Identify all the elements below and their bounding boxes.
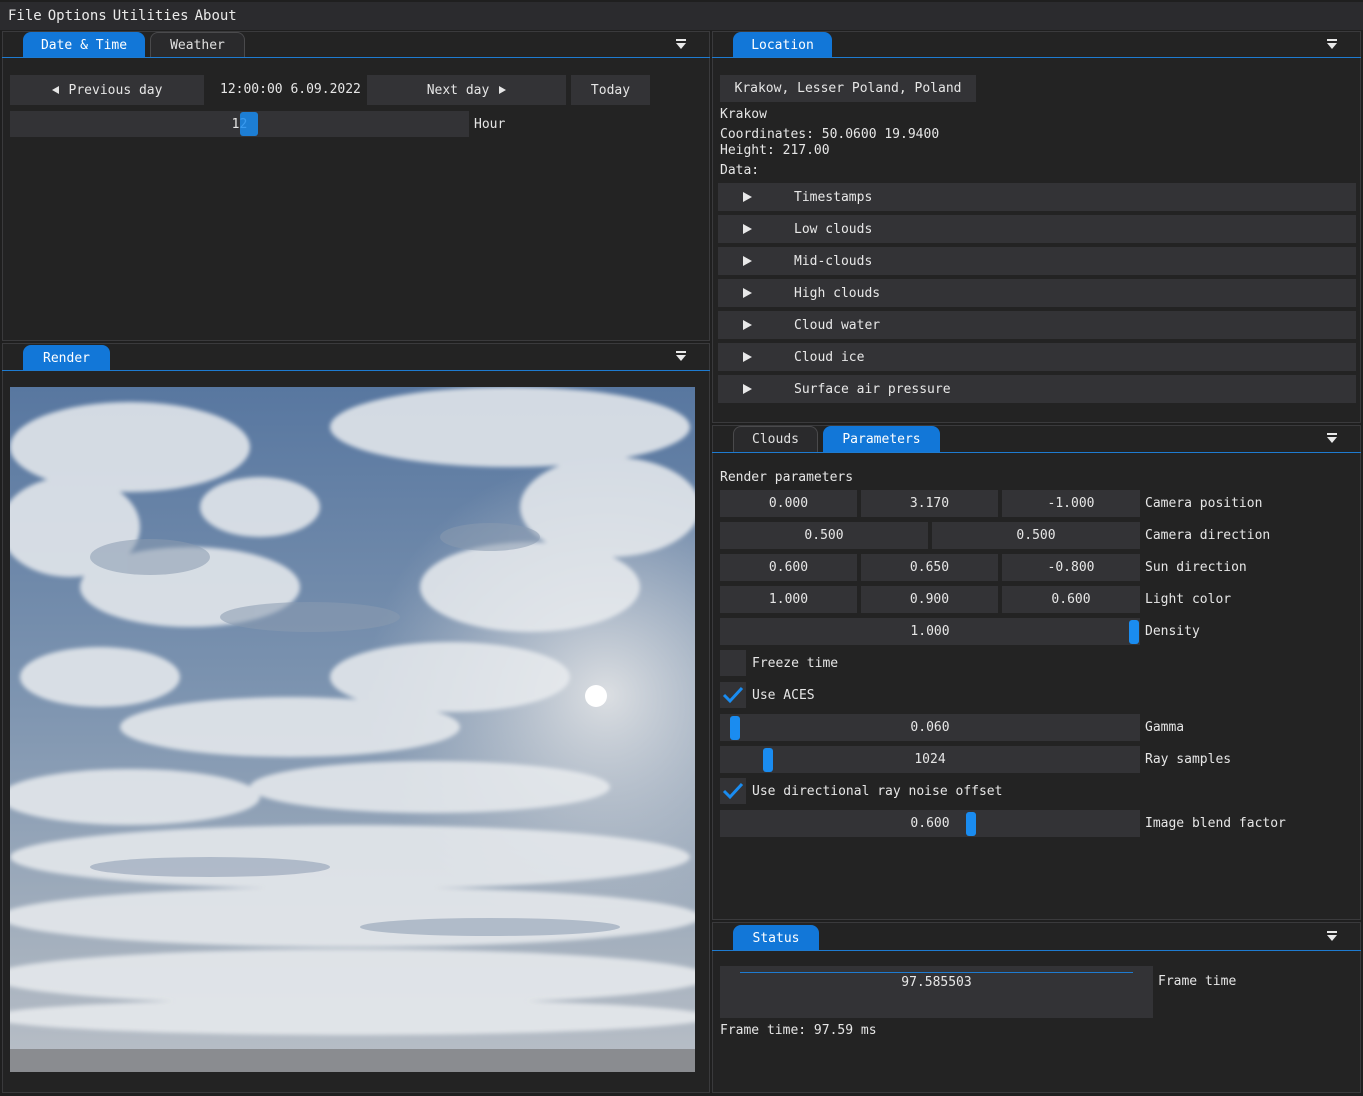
tree-item-high-clouds[interactable]: High clouds <box>718 279 1356 307</box>
city-name: Krakow <box>720 107 767 122</box>
caret-right-icon <box>743 384 752 394</box>
location-button[interactable]: Krakow, Lesser Poland, Poland <box>720 75 976 102</box>
camera-position-label: Camera position <box>1145 496 1263 511</box>
tab-parameters[interactable]: Parameters <box>823 426 940 452</box>
density-slider-grab[interactable] <box>1129 620 1139 644</box>
tree-item-mid-clouds[interactable]: Mid-clouds <box>718 247 1356 275</box>
freeze-time-label: Freeze time <box>752 656 839 671</box>
frame-time-plot-value: 97.585503 <box>901 975 972 990</box>
next-day-button[interactable]: Next day <box>367 75 566 105</box>
ray-samples-slider[interactable]: 1024 <box>720 746 1140 773</box>
camera-position-x[interactable]: 0.000 <box>720 490 857 517</box>
ray-noise-checkbox[interactable] <box>720 778 746 804</box>
today-button[interactable]: Today <box>571 75 650 105</box>
frame-time-plot-label: Frame time <box>1158 974 1237 989</box>
previous-day-label: Previous day <box>68 82 163 98</box>
sun-direction-z[interactable]: -0.800 <box>1002 554 1140 581</box>
tree-item-surface-air-pressure[interactable]: Surface air pressure <box>718 375 1356 403</box>
tab-location[interactable]: Location <box>733 32 832 58</box>
density-slider[interactable]: 1.000 <box>720 618 1140 645</box>
chevron-left-icon <box>51 86 59 94</box>
panel-menu-icon[interactable] <box>675 39 687 51</box>
current-datetime: 12:00:00 6.09.2022 <box>220 82 361 97</box>
caret-right-icon <box>743 224 752 234</box>
menu-file[interactable]: File <box>8 8 42 24</box>
caret-right-icon <box>743 256 752 266</box>
menu-options[interactable]: Options <box>48 8 107 24</box>
panel-menu-icon[interactable] <box>1326 931 1338 943</box>
sun-disc <box>585 685 607 707</box>
tab-underline <box>712 950 1361 951</box>
sun-direction-x[interactable]: 0.600 <box>720 554 857 581</box>
blend-factor-label: Image blend factor <box>1145 816 1286 831</box>
tab-date-time[interactable]: Date & Time <box>23 32 145 58</box>
gamma-slider-grab[interactable] <box>730 716 740 740</box>
render-viewport[interactable] <box>10 387 695 1072</box>
tree-item-cloud-water[interactable]: Cloud water <box>718 311 1356 339</box>
next-day-label: Next day <box>426 82 490 98</box>
hour-slider-grab[interactable] <box>240 112 258 136</box>
ray-samples-label: Ray samples <box>1145 752 1232 767</box>
tab-underline <box>712 57 1361 58</box>
height-text: Height: 217.00 <box>720 143 830 158</box>
tab-underline <box>712 452 1361 453</box>
blend-factor-value: 0.600 <box>910 816 950 831</box>
caret-right-icon <box>743 352 752 362</box>
tab-status[interactable]: Status <box>733 925 819 951</box>
freeze-time-checkbox[interactable] <box>720 650 746 676</box>
caret-right-icon <box>743 288 752 298</box>
ray-samples-value: 1024 <box>914 752 946 767</box>
gamma-slider[interactable]: 0.060 <box>720 714 1140 741</box>
use-aces-label: Use ACES <box>752 688 815 703</box>
checkmark-icon <box>722 686 744 704</box>
tab-clouds[interactable]: Clouds <box>733 426 818 452</box>
panel-menu-icon[interactable] <box>675 351 687 363</box>
blend-factor-slider[interactable]: 0.600 <box>720 810 1140 837</box>
caret-right-icon <box>743 192 752 202</box>
light-color-r[interactable]: 1.000 <box>720 586 857 613</box>
hour-label: Hour <box>474 117 506 132</box>
tab-weather[interactable]: Weather <box>150 32 245 58</box>
menu-about[interactable]: About <box>195 8 237 24</box>
density-label: Density <box>1145 624 1200 639</box>
frame-time-plot-line <box>740 972 1133 973</box>
caret-right-icon <box>743 320 752 330</box>
light-color-b[interactable]: 0.600 <box>1002 586 1140 613</box>
ray-noise-label: Use directional ray noise offset <box>752 784 1003 799</box>
render-parameters-heading: Render parameters <box>720 470 854 485</box>
camera-position-y[interactable]: 3.170 <box>861 490 998 517</box>
menu-bar: File Options Utilities About <box>0 2 1363 30</box>
checkmark-icon <box>722 782 744 800</box>
gamma-label: Gamma <box>1145 720 1185 735</box>
previous-day-button[interactable]: Previous day <box>10 75 204 105</box>
sun-direction-y[interactable]: 0.650 <box>861 554 998 581</box>
density-value: 1.000 <box>910 624 950 639</box>
data-label: Data: <box>720 163 760 178</box>
camera-direction-label: Camera direction <box>1145 528 1271 543</box>
blend-factor-slider-grab[interactable] <box>966 812 976 836</box>
gamma-value: 0.060 <box>910 720 950 735</box>
tab-underline <box>2 57 710 58</box>
camera-position-z[interactable]: -1.000 <box>1002 490 1140 517</box>
ray-samples-slider-grab[interactable] <box>763 748 773 772</box>
camera-direction-x[interactable]: 0.500 <box>720 522 928 549</box>
light-color-g[interactable]: 0.900 <box>861 586 998 613</box>
cloud-render-image <box>10 387 695 1072</box>
frame-time-text: Frame time: 97.59 ms <box>720 1023 877 1038</box>
use-aces-checkbox[interactable] <box>720 682 746 708</box>
light-color-label: Light color <box>1145 592 1232 607</box>
coordinates-text: Coordinates: 50.0600 19.9400 <box>720 127 940 142</box>
tree-item-timestamps[interactable]: Timestamps <box>718 183 1356 211</box>
frame-time-plot: 97.585503 <box>720 966 1153 1018</box>
tree-item-low-clouds[interactable]: Low clouds <box>718 215 1356 243</box>
sun-direction-label: Sun direction <box>1145 560 1247 575</box>
tab-underline <box>2 370 710 371</box>
tree-item-cloud-ice[interactable]: Cloud ice <box>718 343 1356 371</box>
panel-menu-icon[interactable] <box>1326 433 1338 445</box>
chevron-right-icon <box>499 86 507 94</box>
camera-direction-y[interactable]: 0.500 <box>932 522 1140 549</box>
menu-utilities[interactable]: Utilities <box>113 8 189 24</box>
panel-menu-icon[interactable] <box>1326 39 1338 51</box>
tab-render[interactable]: Render <box>23 345 110 371</box>
